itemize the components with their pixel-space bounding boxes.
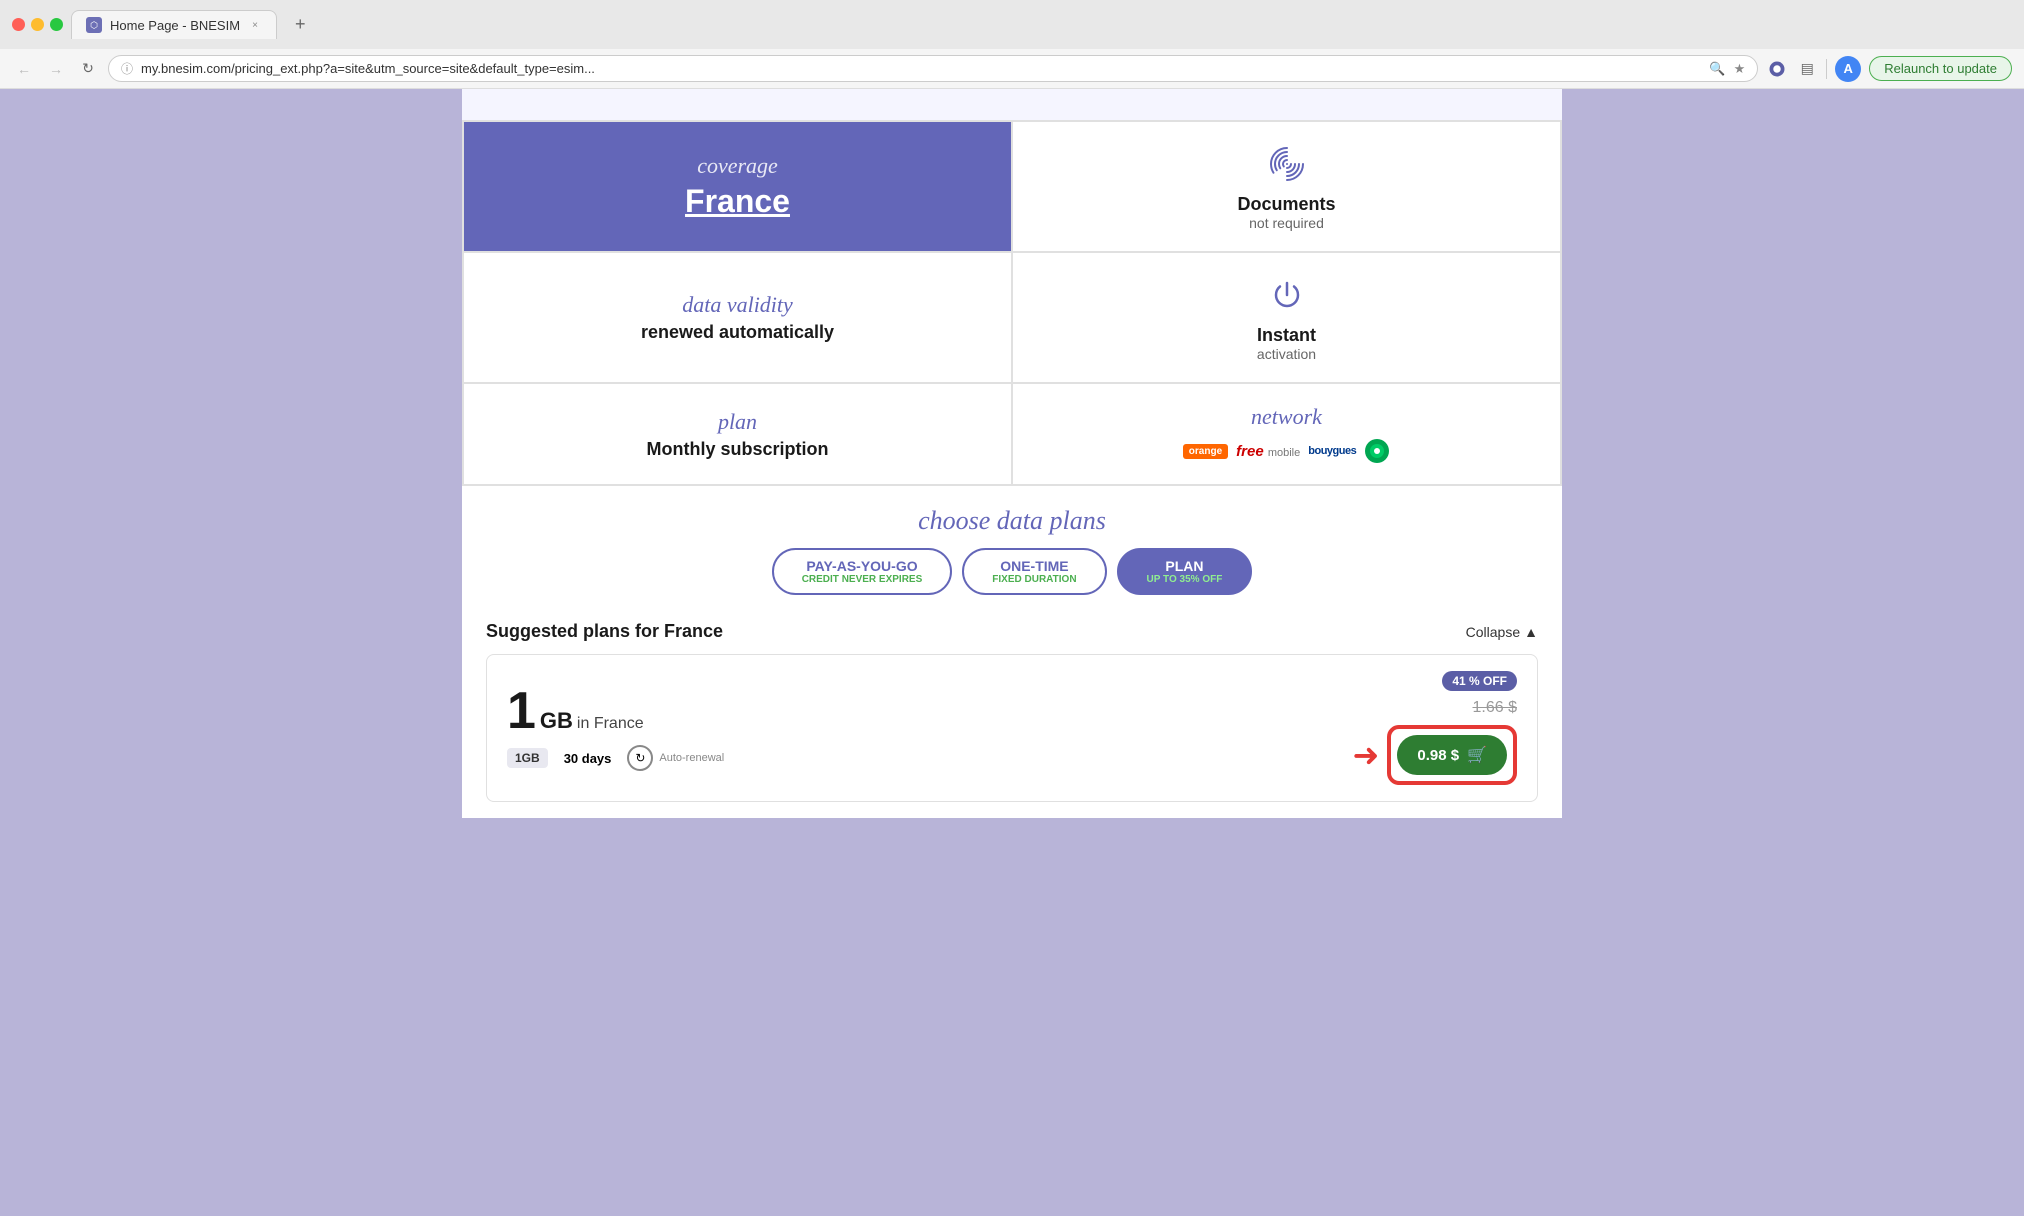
forward-button[interactable]: → [44,57,68,81]
tab-one-time[interactable]: ONE-TIME FIXED DURATION [962,548,1106,595]
tab-close-button[interactable]: × [248,18,262,32]
fingerprint-icon [1265,142,1309,186]
data-validity-value: renewed automatically [641,322,834,343]
discount-badge: 41 % OFF [1442,671,1517,691]
maximize-window-button[interactable] [50,18,63,31]
plan-country: in France [577,715,644,733]
data-validity-label: data validity [682,292,793,318]
new-tab-button[interactable]: + [285,8,316,41]
url-text: my.bnesim.com/pricing_ext.php?a=site&utm… [141,61,1701,76]
relaunch-button[interactable]: Relaunch to update [1869,56,2012,81]
auto-renewal-icon: ↻ [627,745,653,771]
url-bar[interactable]: ⓘ my.bnesim.com/pricing_ext.php?a=site&u… [108,55,1758,82]
close-window-button[interactable] [12,18,25,31]
back-button[interactable]: ← [12,57,36,81]
top-strip [462,89,1562,121]
title-bar: ⬡ Home Page - BNESIM × + [0,0,2024,49]
instant-label: Instant [1257,325,1316,346]
documents-label: Documents [1237,194,1335,215]
choose-section: choose data plans PAY-AS-YOU-GO CREDIT N… [462,486,1562,605]
active-tab[interactable]: ⬡ Home Page - BNESIM × [71,10,277,39]
lock-icon: ⓘ [121,60,133,77]
instant-sub: activation [1257,346,1316,362]
data-validity-cell: data validity renewed automatically [463,252,1012,383]
tab-plan[interactable]: PLAN UP TO 35% OFF [1117,548,1253,595]
tele2-logo [1364,438,1390,464]
plan-value: Monthly subscription [647,439,829,460]
plan-tabs: PAY-AS-YOU-GO CREDIT NEVER EXPIRES ONE-T… [486,548,1538,595]
plan-size-badge: 1GB [507,748,548,768]
suggested-header: Suggested plans for France Collapse ▲ [486,621,1538,642]
plan-gb-label: GB [540,708,573,734]
browser-chrome: ⬡ Home Page - BNESIM × + ← → ↻ ⓘ my.bnes… [0,0,2024,89]
bouygues-logo: bouygues [1308,445,1356,457]
extensions-icon[interactable] [1766,58,1788,80]
buy-button[interactable]: 0.98 $ 🛒 [1397,735,1507,775]
reload-button[interactable]: ↻ [76,57,100,81]
buy-section: ➜ 0.98 $ 🛒 [1353,725,1517,785]
cart-icon: 🛒 [1467,745,1487,765]
plan-gb-display: 1 GB in France [507,685,1353,737]
page-wrapper: coverage France [0,89,2024,818]
collapse-button[interactable]: Collapse ▲ [1466,624,1538,640]
coverage-cell: coverage France [463,121,1012,252]
suggested-section: Suggested plans for France Collapse ▲ 1 … [462,605,1562,818]
choose-label: choose data plans [486,506,1538,536]
info-grid: coverage France [462,121,1562,486]
instant-activation-cell: Instant activation [1012,252,1561,383]
network-label: network [1251,404,1322,430]
search-icon[interactable]: 🔍 [1709,61,1725,77]
tab-title: Home Page - BNESIM [110,18,240,33]
plan-gb-number: 1 [507,685,536,737]
plan-size-item: 1GB [507,748,548,768]
plan-renewal-text: Auto-renewal [659,752,724,764]
plan-renewal-item: ↻ Auto-renewal [627,745,724,771]
minimize-window-button[interactable] [31,18,44,31]
profile-button[interactable]: A [1835,56,1861,82]
orange-logo: orange [1183,444,1228,459]
buy-button-highlight: 0.98 $ 🛒 [1387,725,1517,785]
plan-card: 1 GB in France 1GB 30 days [486,654,1538,802]
coverage-value: France [685,183,790,220]
content-wrapper: coverage France [462,89,1562,818]
plan-days-text: 30 days [564,751,612,766]
arrow-icon: ➜ [1353,736,1380,774]
network-logos: orange free mobile bouygues [1183,438,1390,464]
browser-icons: ▤ A Relaunch to update [1766,56,2012,82]
network-cell: network orange free mobile bouygues [1012,383,1561,485]
documents-sub: not required [1249,215,1324,231]
plan-card-right: 41 % OFF 1.66 $ ➜ 0.98 $ 🛒 [1353,671,1517,785]
plan-label: plan [718,409,757,435]
traffic-lights [12,18,63,31]
puzzle-icon[interactable]: ▤ [1796,58,1818,80]
documents-cell: Documents not required [1012,121,1561,252]
bookmark-icon[interactable]: ★ [1734,61,1746,77]
free-mobile-logo: free mobile [1236,443,1300,460]
chevron-up-icon: ▲ [1524,624,1538,640]
original-price: 1.66 $ [1473,699,1517,717]
power-icon [1265,273,1309,317]
plan-days-item: 30 days [564,751,612,766]
separator [1826,59,1827,79]
tab-favicon: ⬡ [86,17,102,33]
coverage-label: coverage [697,153,778,179]
address-bar: ← → ↻ ⓘ my.bnesim.com/pricing_ext.php?a=… [0,49,2024,89]
tab-pay-as-you-go[interactable]: PAY-AS-YOU-GO CREDIT NEVER EXPIRES [772,548,953,595]
suggested-title: Suggested plans for France [486,621,723,642]
plan-cell: plan Monthly subscription [463,383,1012,485]
plan-card-left: 1 GB in France 1GB 30 days [507,685,1353,771]
plan-details: 1GB 30 days ↻ Auto-renewal [507,745,1353,771]
